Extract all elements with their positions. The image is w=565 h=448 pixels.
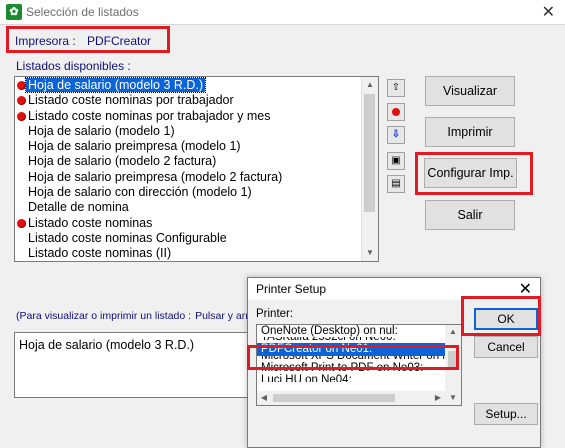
list-item[interactable]: Detalle de nomina — [16, 200, 366, 215]
pdfcreator-highlight — [247, 345, 459, 370]
list-item[interactable]: Listado coste nominas por trabajador — [16, 93, 366, 108]
app-icon: ✿ — [6, 4, 22, 20]
list-item-label: Hoja de salario (modelo 1) — [28, 123, 175, 138]
list-item[interactable]: Hoja de salario (modelo 2 factura) — [16, 154, 366, 169]
printer-item[interactable]: OneNote (Desktop) on nul: — [257, 325, 461, 337]
printer-item-label: Luci HU on Ne04: — [261, 374, 352, 382]
list-item-label: Hoja de salario (modelo 3 R.D.) — [24, 77, 207, 93]
list-item-label: Hoja de salario (modelo 2 factura) — [28, 154, 217, 169]
list-item[interactable]: Listado coste nominas Configurable — [16, 231, 366, 246]
printer-label: Impresora : — [15, 34, 76, 48]
list-item-label: Listado coste nominas por trabajador y m… — [28, 108, 271, 123]
arrow-up-icon: ⇧ — [391, 82, 401, 93]
properties-button[interactable]: ▤ — [387, 175, 405, 193]
list-item-label: Hoja de salario preimpresa (modelo 2 fac… — [28, 169, 283, 184]
scroll-right-icon[interactable]: ▶ — [431, 391, 445, 405]
save-button[interactable]: ▣ — [387, 152, 405, 170]
scroll-left-icon[interactable]: ◀ — [257, 391, 271, 405]
arrow-down-icon: ⇩ — [391, 129, 401, 140]
move-up-button[interactable]: ⇧ — [387, 79, 405, 97]
printer-value: PDFCreator — [87, 34, 152, 48]
hint-part-1: (Para visualizar o imprimir un listado : — [16, 310, 192, 322]
marked-icon — [17, 81, 26, 90]
list-item[interactable]: Listado coste nominas por trabajador y m… — [16, 109, 366, 124]
marked-icon — [17, 111, 26, 121]
scroll-down-icon[interactable]: ▼ — [445, 391, 461, 405]
list-item-label: Listado coste nominas Configurable — [28, 230, 227, 245]
dialog-title: Printer Setup — [256, 282, 327, 296]
scroll-thumb[interactable] — [364, 94, 375, 212]
list-item-label: Listado coste nominas (II) — [28, 246, 172, 261]
hint-text: (Para visualizar o imprimir un listado :… — [16, 310, 252, 322]
list-item-label: Listado coste nominas por trabajador — [28, 93, 234, 108]
setup-button[interactable]: Setup... — [474, 403, 538, 425]
list-item-label: Detalle de nomina — [28, 200, 129, 215]
mark-icon — [392, 108, 400, 116]
hint-part-2: Pulsar y arr — [195, 310, 249, 322]
printer-hscroll[interactable]: ◀ ▶ — [257, 391, 445, 405]
scroll-thumb[interactable] — [273, 394, 395, 402]
title-bar: ✿ Selección de listados ✕ — [0, 0, 565, 25]
mark-button[interactable] — [387, 103, 405, 121]
report-listbox[interactable]: Hoja de salario (modelo 3 R.D.) Listado c… — [14, 76, 379, 262]
cancel-button[interactable]: Cancel — [474, 336, 538, 358]
list-scrollbar[interactable]: ▲ ▼ — [361, 77, 378, 261]
list-item[interactable]: Listado coste nominas (II) — [16, 246, 366, 261]
printer-item-label: OneNote (Desktop) on nul: — [261, 325, 398, 337]
visualizar-button[interactable]: Visualizar — [425, 76, 515, 106]
list-item[interactable]: Hoja de salario con dirección (modelo 1) — [16, 185, 366, 200]
salir-button[interactable]: Salir — [425, 200, 515, 230]
properties-icon: ▤ — [391, 178, 401, 189]
save-icon: ▣ — [391, 155, 401, 166]
imprimir-button[interactable]: Imprimir — [425, 117, 515, 147]
window-title: Selección de listados — [26, 5, 139, 19]
move-down-button[interactable]: ⇩ — [387, 126, 405, 144]
description-box: Hoja de salario (modelo 3 R.D.) — [14, 332, 252, 398]
printer-indicator: Impresora : PDFCreator — [6, 26, 170, 53]
configurar-highlight — [415, 152, 533, 195]
scroll-up-icon[interactable]: ▲ — [445, 325, 461, 339]
close-icon[interactable]: ✕ — [542, 2, 555, 22]
scroll-up-icon[interactable]: ▲ — [362, 77, 378, 93]
printer-item[interactable]: Luci HU on Ne04: — [257, 374, 461, 382]
list-item-label: Hoja de salario preimpresa (modelo 1) — [28, 139, 241, 154]
list-label: Listados disponibles : — [16, 59, 131, 73]
marked-icon — [17, 96, 26, 106]
scroll-down-icon[interactable]: ▼ — [362, 245, 378, 261]
list-item[interactable]: Hoja de salario preimpresa (modelo 1) — [16, 139, 366, 154]
list-item-label: Listado coste nominas — [28, 215, 153, 230]
list-item-label: Hoja de salario con dirección (modelo 1) — [28, 185, 252, 200]
printer-list-label: Printer: — [256, 308, 294, 320]
list-item[interactable]: Hoja de salario (modelo 3 R.D.) — [16, 77, 366, 93]
list-item[interactable]: Listado coste nominas — [16, 216, 366, 231]
listados-window: ✿ Selección de listados ✕ Impresora : PD… — [0, 0, 565, 448]
list-item[interactable]: Hoja de salario preimpresa (modelo 2 fac… — [16, 170, 366, 185]
list-item[interactable]: Hoja de salario (modelo 1) — [16, 124, 366, 139]
marked-icon — [17, 218, 26, 228]
report-list-items: Hoja de salario (modelo 3 R.D.) Listado c… — [16, 77, 366, 261]
ok-highlight — [461, 296, 541, 336]
